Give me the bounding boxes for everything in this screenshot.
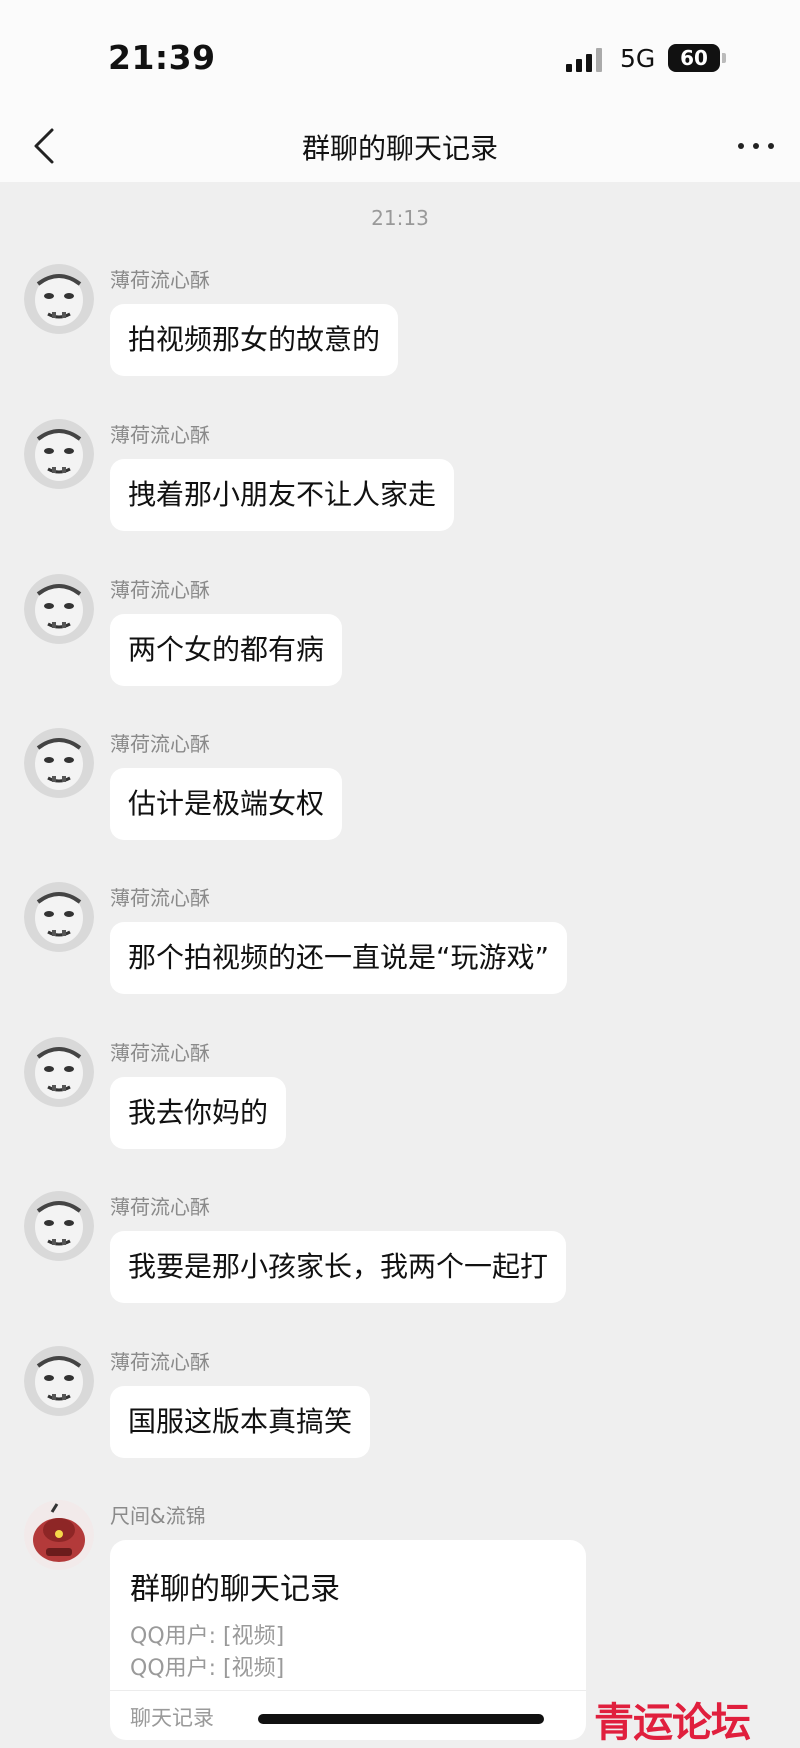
status-bar: 21:39 5G 60 (0, 0, 800, 110)
card-title: 群聊的聊天记录 (130, 1572, 340, 1607)
battery-icon: 60 (668, 44, 720, 72)
sender-name: 薄荷流心酥 (110, 423, 210, 447)
signal-icon (566, 48, 606, 72)
more-icon[interactable] (736, 134, 776, 158)
avatar[interactable] (24, 1191, 94, 1261)
sender-name: 薄荷流心酥 (110, 1041, 210, 1065)
avatar[interactable] (24, 264, 94, 334)
message-bubble[interactable]: 那个拍视频的还一直说是“玩游戏” (110, 922, 568, 994)
sender-name: 薄荷流心酥 (110, 268, 210, 292)
message-bubble[interactable]: 我去你妈的 (110, 1077, 287, 1149)
avatar[interactable] (24, 1037, 94, 1107)
message-bubble[interactable]: 国服这版本真搞笑 (110, 1386, 371, 1458)
avatar[interactable] (24, 1346, 94, 1416)
message-timestamp: 21:13 (371, 206, 429, 230)
message-bubble[interactable]: 两个女的都有病 (110, 614, 343, 686)
sender-name: 薄荷流心酥 (110, 1350, 210, 1374)
page-title: 群聊的聊天记录 (301, 132, 498, 165)
message-bubble[interactable]: 我要是那小孩家长，我两个一起打 (110, 1231, 567, 1303)
home-indicator (258, 1714, 544, 1724)
sender-name: 薄荷流心酥 (110, 732, 210, 756)
forwarded-chat-card[interactable]: 群聊的聊天记录 QQ用户: [视频] QQ用户: [视频] 聊天记录 (110, 1540, 586, 1740)
sender-name: 薄荷流心酥 (110, 578, 210, 602)
avatar[interactable] (24, 574, 94, 644)
card-preview-line: QQ用户: [视频] (130, 1656, 285, 1681)
message-bubble[interactable]: 估计是极端女权 (110, 768, 343, 840)
card-divider (110, 1690, 586, 1691)
card-preview-line: QQ用户: [视频] (130, 1624, 285, 1649)
avatar[interactable] (24, 728, 94, 798)
nav-bar: 群聊的聊天记录 (0, 110, 800, 182)
chat-history[interactable]: 21:13 薄荷流心酥 拍视频那女的故意的 薄荷流心酥 拽着那小朋友不让人家走 … (0, 182, 800, 1740)
message-bubble[interactable]: 拍视频那女的故意的 (110, 304, 399, 376)
avatar[interactable] (24, 882, 94, 952)
message-bubble[interactable]: 拽着那小朋友不让人家走 (110, 459, 455, 531)
battery-tip (722, 53, 726, 63)
watermark-logo: 青运论坛 (594, 1699, 751, 1746)
network-type: 5G (620, 44, 656, 73)
avatar[interactable] (24, 1500, 94, 1570)
status-time: 21:39 (108, 38, 216, 77)
sender-name: 薄荷流心酥 (110, 1195, 210, 1219)
avatar[interactable] (24, 419, 94, 489)
sender-name: 薄荷流心酥 (110, 886, 210, 910)
card-footer: 聊天记录 (130, 1706, 214, 1730)
sender-name: 尺间&流锦 (110, 1504, 206, 1528)
